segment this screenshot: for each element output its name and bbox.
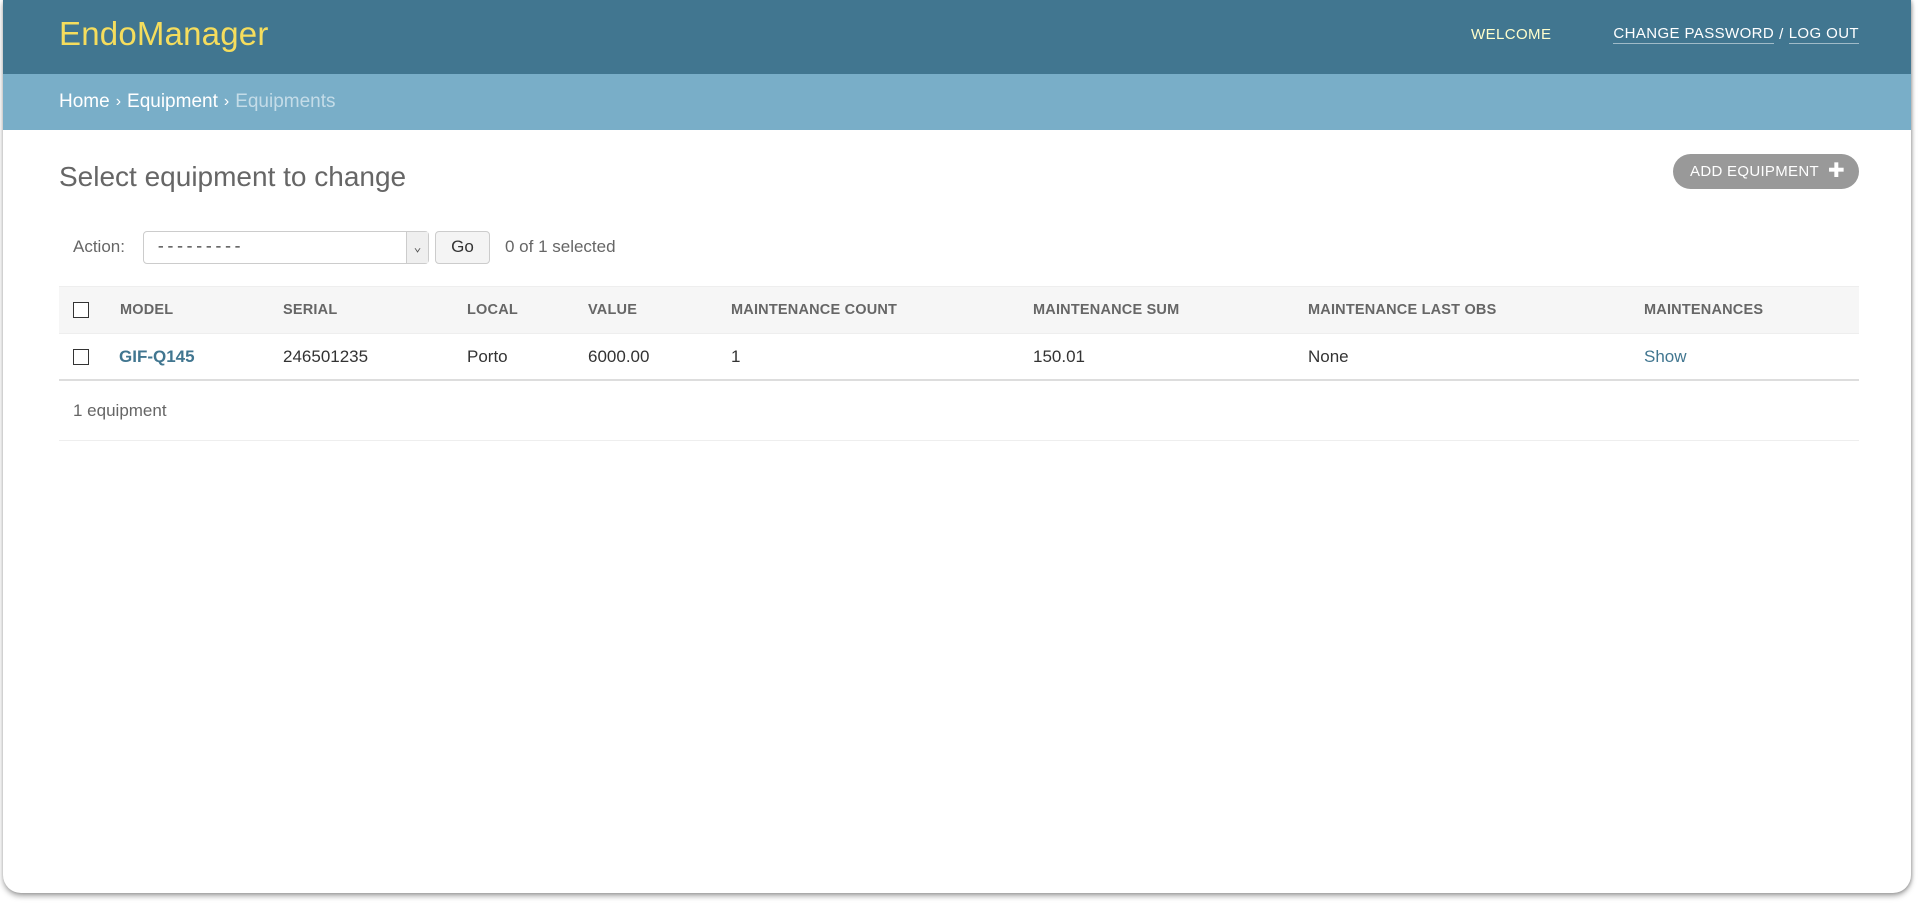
column-header-value[interactable]: VALUE: [588, 302, 731, 318]
breadcrumb-chevron-icon: ›: [115, 93, 122, 110]
column-header-serial[interactable]: SERIAL: [283, 302, 467, 318]
chevron-down-icon: ⌄: [405, 231, 428, 263]
action-label: Action:: [73, 237, 125, 256]
column-header-maintenance-count[interactable]: MAINTENANCE COUNT: [731, 302, 1033, 318]
column-header-maintenance-sum[interactable]: MAINTENANCE SUM: [1033, 302, 1308, 318]
action-select-value: ---------: [155, 238, 243, 256]
welcome-text: WELCOME: [1471, 25, 1552, 43]
maintenances-show-link[interactable]: Show: [1644, 347, 1859, 367]
page-title: Select equipment to change: [59, 161, 407, 192]
column-header-model[interactable]: MODEL: [119, 302, 283, 318]
app-window: EndoManager WELCOME CHANGE PASSWORD / LO…: [3, 0, 1911, 893]
table-row: GIF-Q145 246501235 Porto 6000.00 1 150.0…: [59, 334, 1859, 381]
column-header-local[interactable]: LOCAL: [467, 302, 588, 318]
breadcrumb: Home › Equipment › Equipments: [3, 74, 1911, 130]
selection-counter: 0 of 1 selected: [504, 237, 616, 256]
maintenance-count-cell: 1: [731, 346, 741, 366]
maintenance-last-obs-cell: None: [1308, 346, 1349, 366]
add-equipment-button[interactable]: ADD EQUIPMENT ✚: [1673, 153, 1859, 189]
local-cell: Porto: [467, 346, 508, 366]
model-link[interactable]: GIF-Q145: [119, 347, 283, 367]
breadcrumb-home[interactable]: Home: [59, 91, 110, 113]
select-all-checkbox[interactable]: [73, 302, 89, 318]
table-header: MODEL SERIAL LOCAL VALUE MAINTENANCE COU…: [59, 286, 1859, 334]
results-table: MODEL SERIAL LOCAL VALUE MAINTENANCE COU…: [59, 286, 1859, 381]
user-tools-separator: /: [1779, 25, 1784, 43]
main-content: Select equipment to change ADD EQUIPMENT…: [3, 130, 1911, 441]
maintenance-sum-cell: 150.01: [1033, 346, 1085, 366]
plus-icon: ✚: [1827, 160, 1845, 182]
change-password-link[interactable]: CHANGE PASSWORD: [1613, 25, 1775, 44]
paginator: 1 equipment: [59, 381, 1859, 441]
go-button[interactable]: Go: [434, 230, 490, 264]
select-all-cell: [59, 302, 119, 318]
add-equipment-label: ADD EQUIPMENT: [1690, 162, 1819, 180]
action-bar: Action: --------- ⌄ Go 0 of 1 selected: [59, 222, 1859, 272]
header: EndoManager WELCOME CHANGE PASSWORD / LO…: [3, 0, 1911, 74]
value-cell: 6000.00: [588, 346, 650, 366]
title-row: Select equipment to change ADD EQUIPMENT…: [59, 130, 1859, 228]
row-checkbox[interactable]: [73, 348, 89, 365]
row-select-cell: [59, 348, 119, 365]
breadcrumb-chevron-icon: ›: [223, 93, 230, 110]
user-tools: WELCOME CHANGE PASSWORD / LOG OUT: [1471, 25, 1859, 44]
column-header-maintenance-last-obs[interactable]: MAINTENANCE LAST OBS: [1308, 302, 1644, 318]
serial-cell: 246501235: [283, 346, 369, 366]
site-brand[interactable]: EndoManager: [59, 15, 269, 53]
log-out-link[interactable]: LOG OUT: [1788, 25, 1859, 44]
breadcrumb-current: Equipments: [235, 91, 336, 112]
breadcrumb-app[interactable]: Equipment: [127, 91, 218, 113]
action-select[interactable]: --------- ⌄: [142, 230, 429, 264]
column-header-maintenances[interactable]: MAINTENANCES: [1644, 302, 1859, 318]
